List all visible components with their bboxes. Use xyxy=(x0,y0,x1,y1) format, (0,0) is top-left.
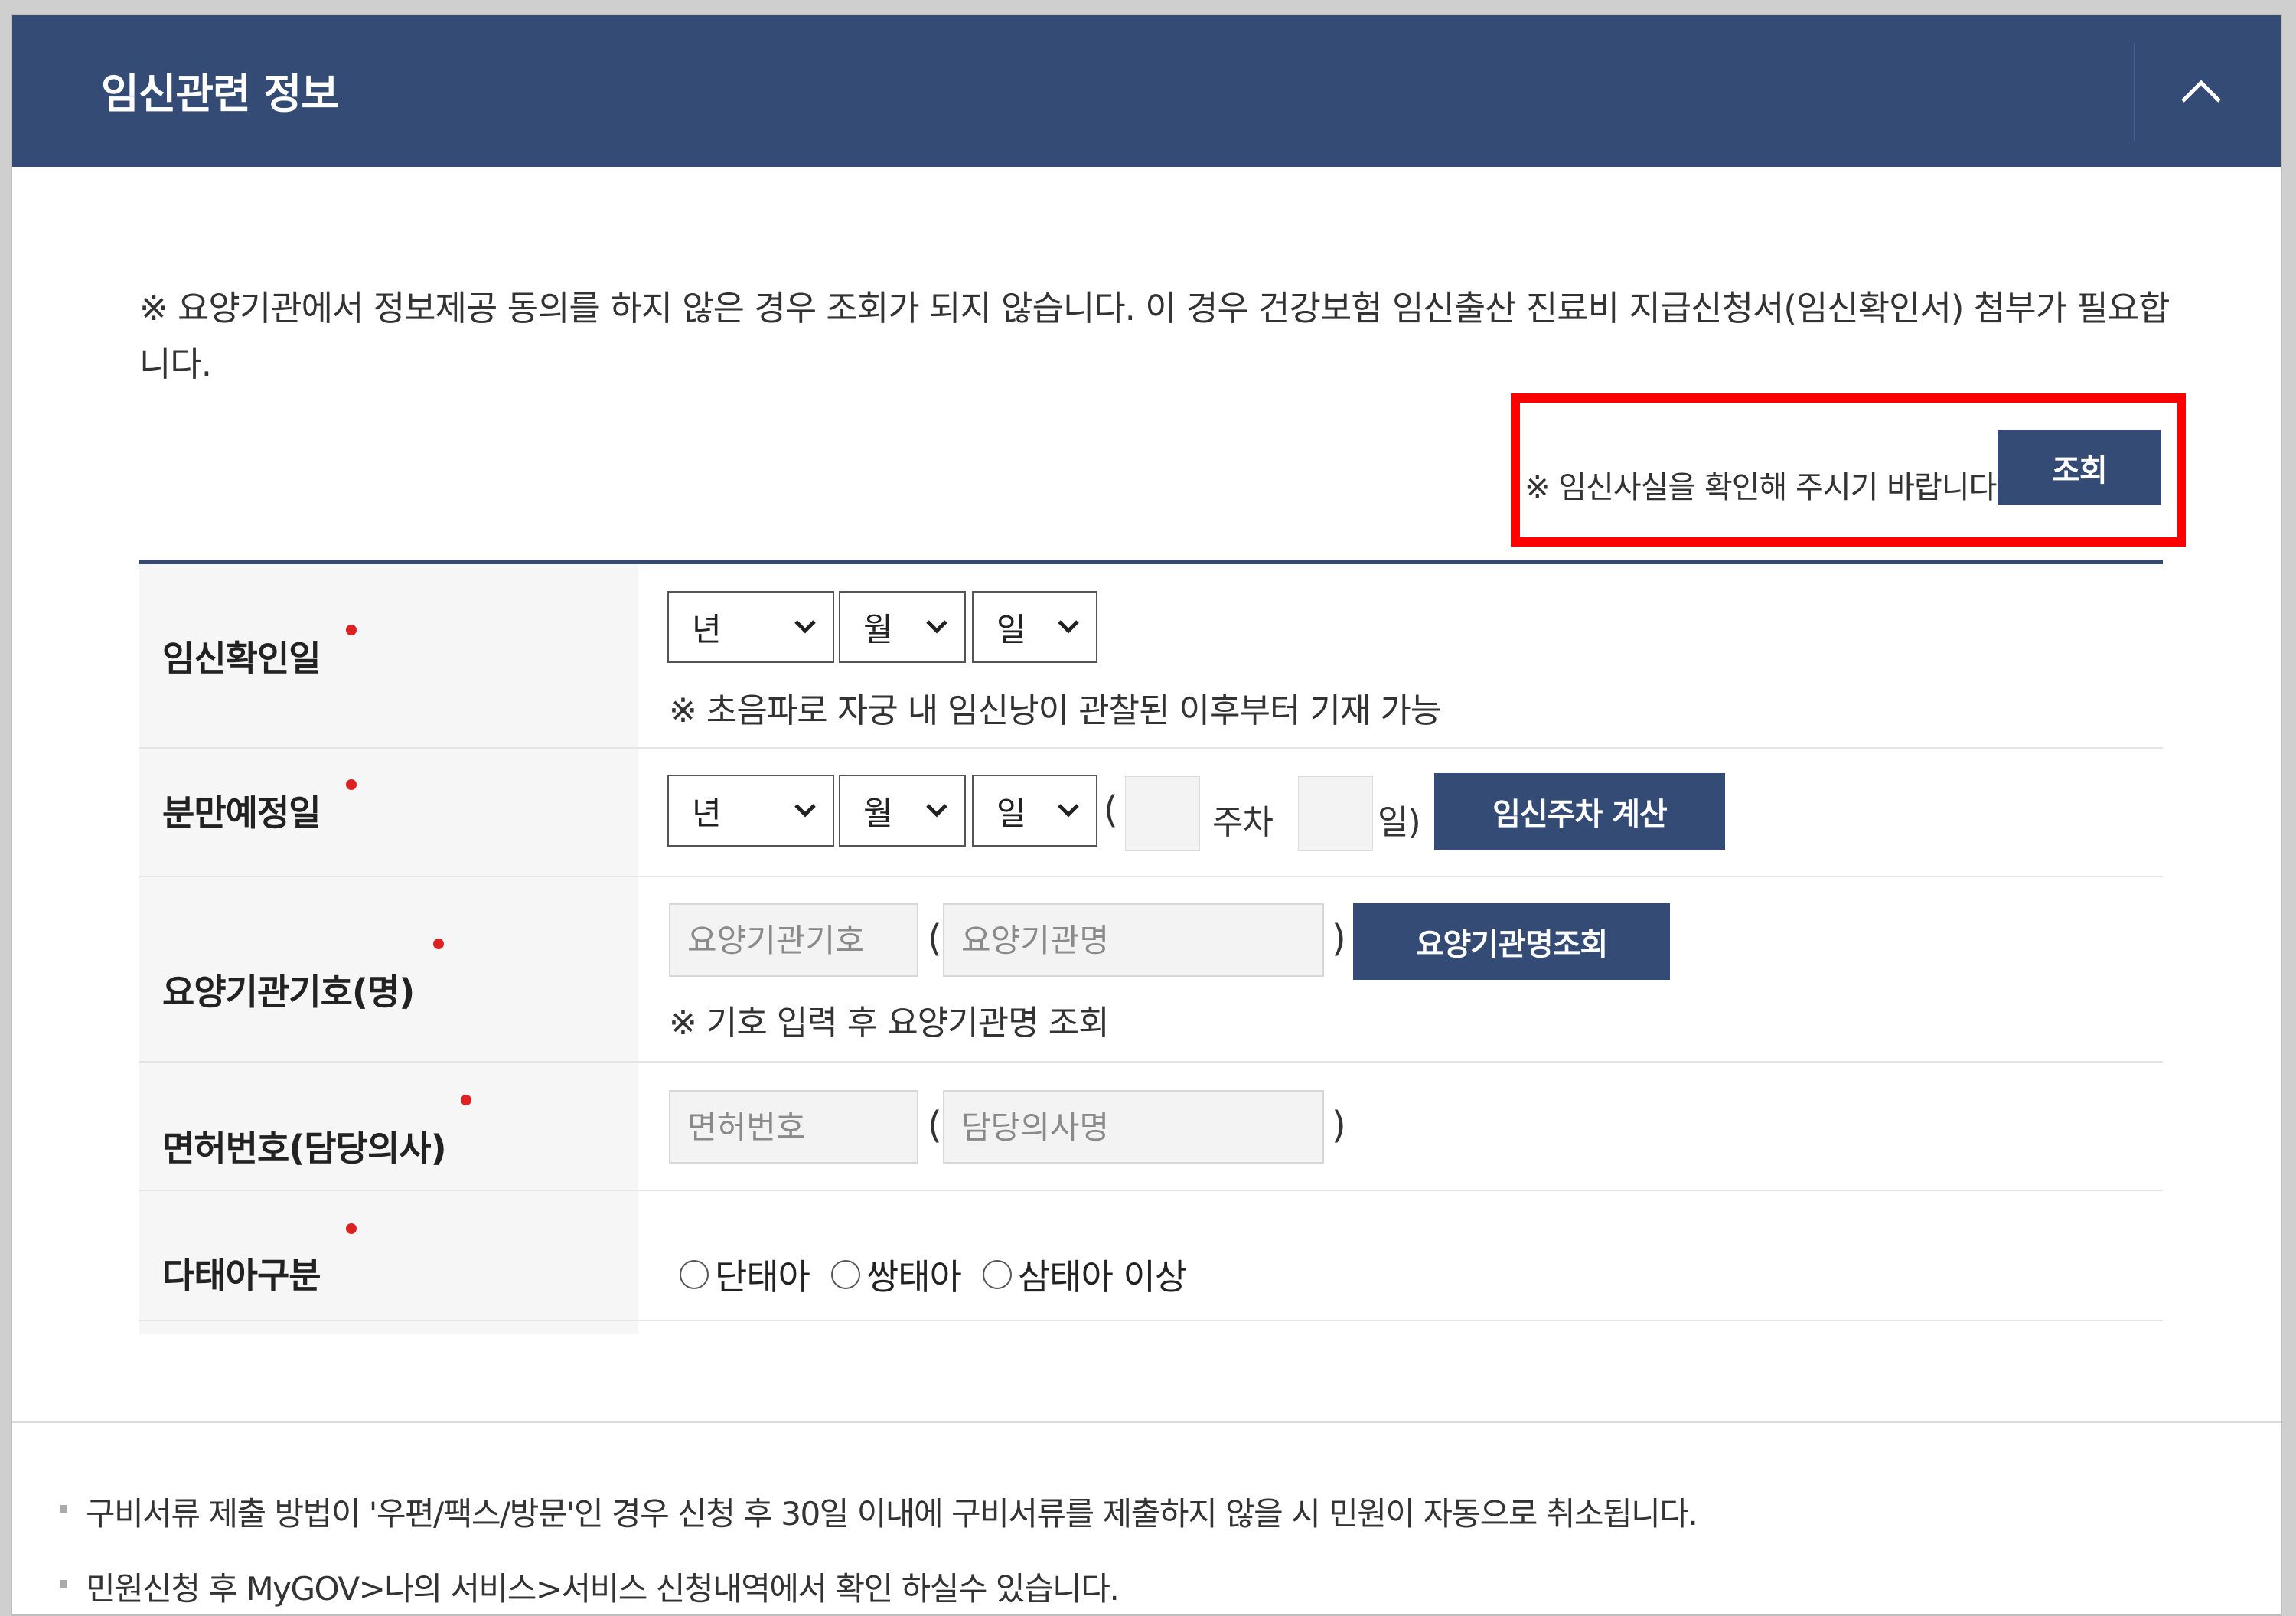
multiple-birth-label: 다태아구분 xyxy=(162,1255,321,1296)
close-paren: ) xyxy=(1332,1104,1346,1147)
radio-button[interactable] xyxy=(982,1260,1012,1289)
multiple-birth-radio-group: 단태아 쌍태아 삼태아 이상 xyxy=(680,1249,1208,1300)
required-dot xyxy=(346,1223,357,1234)
required-dot xyxy=(433,939,444,949)
section-divider xyxy=(12,1421,2281,1423)
open-paren: ( xyxy=(928,917,942,960)
chevron-down-icon xyxy=(794,804,816,818)
radio-button[interactable] xyxy=(680,1260,709,1289)
bullet-icon xyxy=(60,1505,67,1513)
footnote-2: 민원신청 후 MyGOV>나의 서비스>서비스 신청내역에서 확인 하실수 있습… xyxy=(86,1570,1120,1608)
week-unit-label: 주차 xyxy=(1212,803,1274,842)
license-label: 면허번호(담당의사) xyxy=(162,1128,447,1169)
doctor-name-input[interactable] xyxy=(943,1090,1324,1164)
radio-twins[interactable]: 쌍태아 xyxy=(830,1249,962,1300)
due-month-select[interactable]: 월 xyxy=(839,775,966,847)
notice-text: ※ 요양기관에서 정보제공 동의를 하지 않은 경우 조회가 되지 않습니다. … xyxy=(139,288,2170,384)
row-divider xyxy=(139,1190,2163,1191)
radio-single[interactable]: 단태아 xyxy=(680,1249,810,1300)
check-button[interactable]: 조회 xyxy=(1998,430,2161,505)
chevron-up-icon xyxy=(2181,80,2221,103)
radio-triplets-or-more[interactable]: 삼태아 이상 xyxy=(982,1249,1187,1300)
radio-button[interactable] xyxy=(830,1260,860,1289)
due-date-label: 분만예정일 xyxy=(162,792,321,834)
pregnancy-date-hint: ※ 초음파로 자궁 내 임신낭이 관찰된 이후부터 기재 가능 xyxy=(669,691,1441,730)
due-year-select[interactable]: 년 xyxy=(667,775,834,847)
chevron-down-icon xyxy=(926,804,947,818)
required-dot xyxy=(346,779,357,790)
form-bottom-line xyxy=(139,1320,2163,1321)
institution-hint: ※ 기호 입력 후 요양기관명 조회 xyxy=(669,1004,1110,1043)
footnote-1: 구비서류 제출 방법이 '우편/팩스/방문'인 경우 신청 후 30일 이내에 … xyxy=(86,1495,1698,1533)
pregnancy-day-select[interactable]: 일 xyxy=(972,591,1097,663)
weeks-input[interactable] xyxy=(1125,776,1200,851)
required-dot xyxy=(346,625,357,635)
collapse-button[interactable] xyxy=(2155,49,2247,133)
row-divider xyxy=(139,876,2163,877)
chevron-down-icon xyxy=(794,620,816,634)
license-number-input[interactable] xyxy=(669,1090,918,1164)
row-divider xyxy=(139,1061,2163,1063)
close-paren: ) xyxy=(1332,917,1346,960)
pregnancy-month-select[interactable]: 월 xyxy=(839,591,966,663)
panel-header: 임신관련 정보 xyxy=(12,15,2281,167)
chevron-down-icon xyxy=(926,620,947,634)
required-dot xyxy=(461,1095,471,1105)
institution-code-input[interactable] xyxy=(669,903,918,977)
chevron-down-icon xyxy=(1058,804,1079,818)
open-paren: ( xyxy=(1104,788,1118,831)
institution-label: 요양기관기호(명) xyxy=(162,971,415,1013)
row-divider xyxy=(139,747,2163,749)
institution-name-input[interactable] xyxy=(943,903,1324,977)
pregnancy-year-select[interactable]: 년 xyxy=(667,591,834,663)
days-input[interactable] xyxy=(1298,776,1373,851)
due-day-select[interactable]: 일 xyxy=(972,775,1097,847)
open-paren: ( xyxy=(928,1104,942,1147)
pregnancy-week-calc-button[interactable]: 임신주차 계산 xyxy=(1434,773,1725,850)
chevron-down-icon xyxy=(1058,620,1079,634)
institution-search-button[interactable]: 요양기관명조회 xyxy=(1353,903,1670,980)
day-unit-label: 일) xyxy=(1378,803,1421,842)
pregnancy-date-label: 임신확인일 xyxy=(162,638,321,679)
header-divider xyxy=(2134,43,2135,141)
check-message: ※ 임신사실을 확인해 주시기 바랍니다. xyxy=(1525,470,2006,505)
bullet-icon xyxy=(60,1580,67,1588)
pregnancy-info-panel: 임신관련 정보 ※ 요양기관에서 정보제공 동의를 하지 않은 경우 조회가 되… xyxy=(11,14,2282,1616)
panel-title: 임신관련 정보 xyxy=(101,70,339,118)
